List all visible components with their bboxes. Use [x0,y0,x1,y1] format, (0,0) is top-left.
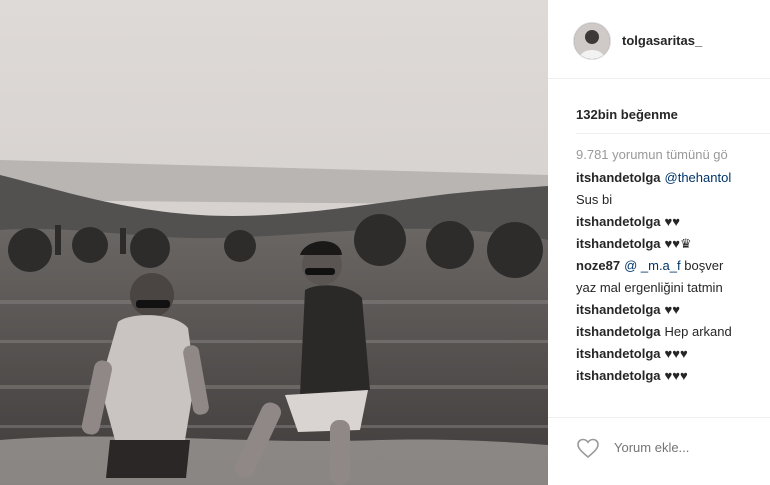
comments-list: 9.781 yorumun tümünü gö itshandetolga @th… [576,145,770,415]
username-link[interactable]: tolgasaritas_ [622,33,702,48]
comment-mention[interactable]: @ _m.a_f [624,258,681,273]
comment-text: ♥♥♥ [664,368,688,383]
comment-text: Sus bi [576,192,613,207]
comment-item: itshandetolga @thehantol [576,168,770,187]
comment-item: noze87 @ _m.a_f boşver [576,256,770,275]
comment-item: Sus bi [576,190,770,209]
comment-item: itshandetolga ♥♥ [576,300,770,319]
likes-count[interactable]: 132bin beğenme [576,107,678,122]
divider [576,133,770,134]
comment-username[interactable]: itshandetolga [576,324,661,339]
comment-username[interactable]: itshandetolga [576,346,661,361]
comment-username[interactable]: itshandetolga [576,368,661,383]
comment-item: itshandetolga Hep arkand [576,322,770,341]
comments-fade [576,395,770,415]
comment-item: yaz mal ergenliğini tatmin [576,278,770,297]
post-photo[interactable] [0,0,548,485]
comment-item: itshandetolga ♥♥♥ [576,366,770,385]
comment-text: ♥♥ [664,214,680,229]
comment-item: itshandetolga ♥♥♛ [576,234,770,253]
post-header: tolgasaritas_ [548,0,770,79]
comment-username[interactable]: itshandetolga [576,302,661,317]
comment-text: boşver [684,258,724,273]
comment-item: itshandetolga ♥♥ [576,212,770,231]
comment-username[interactable]: itshandetolga [576,170,661,185]
comment-text: Hep arkand [664,324,732,339]
comment-text: yaz mal ergenliğini tatmin [576,280,723,295]
add-comment-input[interactable] [614,440,754,455]
comment-text: ♥♥♛ [664,236,692,251]
profile-avatar[interactable] [573,22,611,60]
comment-text: ♥♥ [664,302,680,317]
post-sidebar: tolgasaritas_ 132bin beğenme 9.781 yorum… [548,0,770,485]
comment-username[interactable]: itshandetolga [576,214,661,229]
heart-outline-icon[interactable] [576,436,600,460]
photo-image [0,0,548,485]
comment-username[interactable]: itshandetolga [576,236,661,251]
comment-text: ♥♥♥ [664,346,688,361]
comment-username[interactable]: noze87 [576,258,620,273]
comment-mention[interactable]: @thehantol [665,170,732,185]
post-footer [548,417,770,485]
comment-item: itshandetolga ♥♥♥ [576,344,770,363]
view-all-comments-link[interactable]: 9.781 yorumun tümünü gö [576,145,770,164]
